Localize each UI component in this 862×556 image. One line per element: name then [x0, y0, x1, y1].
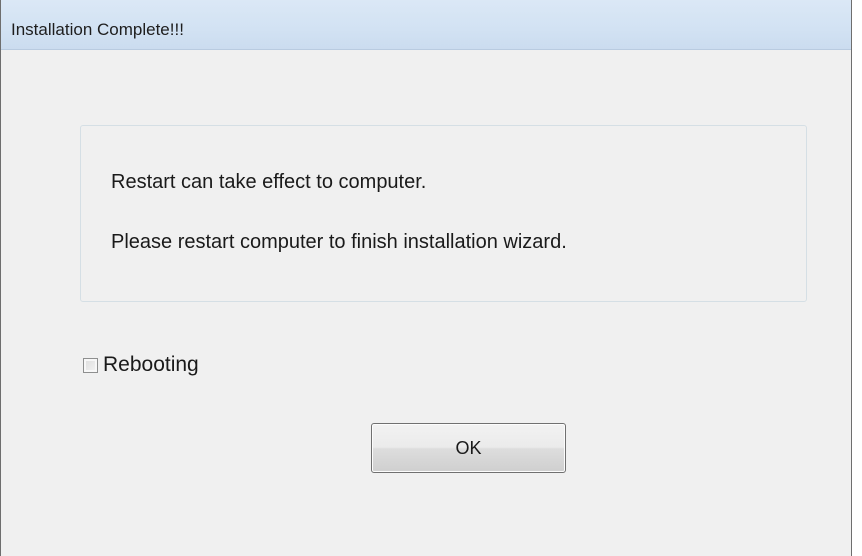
message-line-2: Please restart computer to finish instal… — [111, 231, 567, 253]
checkbox-box[interactable] — [83, 357, 98, 373]
installer-dialog: Installation Complete!!! Restart can tak… — [0, 0, 852, 556]
message-panel: Restart can take effect to computer. Ple… — [80, 125, 807, 302]
ok-button[interactable]: OK — [371, 423, 566, 473]
rebooting-checkbox-label[interactable]: Rebooting — [103, 353, 199, 377]
window-title: Installation Complete!!! — [11, 20, 184, 39]
title-bar[interactable]: Installation Complete!!! — [1, 0, 851, 50]
message-line-1: Restart can take effect to computer. — [111, 171, 427, 193]
rebooting-checkbox[interactable]: Rebooting — [83, 352, 199, 378]
